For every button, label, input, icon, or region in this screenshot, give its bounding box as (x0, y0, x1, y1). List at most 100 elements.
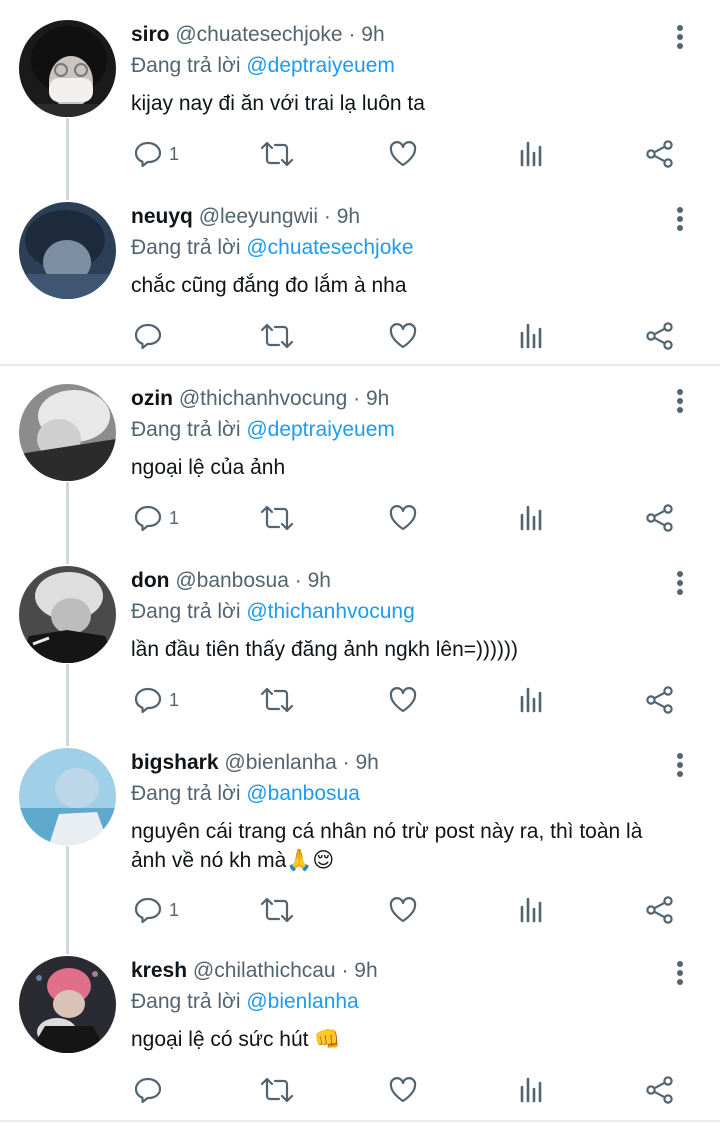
share-button[interactable] (645, 318, 675, 354)
avatar[interactable] (19, 202, 116, 299)
display-name[interactable]: kresh (131, 959, 187, 982)
avatar[interactable] (19, 566, 116, 663)
avatar[interactable] (19, 20, 116, 117)
tweet-header: neuyq @leeyungwii · 9h (131, 204, 360, 230)
timestamp[interactable]: · 9h (341, 959, 377, 982)
tweet[interactable]: siro @chuatesechjoke · 9h Đang trả lời @… (0, 0, 720, 182)
reply-mention[interactable]: @banbosua (246, 782, 360, 805)
like-icon (389, 505, 417, 531)
like-icon (389, 1077, 417, 1103)
retweet-button[interactable] (260, 892, 294, 928)
like-button[interactable] (388, 500, 418, 536)
tweet[interactable]: ozin @thichanhvocung · 9h Đang trả lời @… (0, 364, 720, 546)
display-name[interactable]: ozin (131, 387, 173, 410)
retweet-button[interactable] (260, 136, 294, 172)
tweet[interactable]: bigshark @bienlanha · 9h Đang trả lời @b… (0, 728, 720, 938)
like-button[interactable] (388, 682, 418, 718)
share-button[interactable] (645, 682, 675, 718)
tweet[interactable]: neuyq @leeyungwii · 9h Đang trả lời @chu… (0, 182, 720, 364)
tweet-actions: 1 (0, 136, 720, 172)
tweet-actions (0, 318, 720, 354)
stats-button[interactable] (517, 136, 547, 172)
display-name[interactable]: don (131, 569, 169, 592)
avatar[interactable] (19, 384, 116, 481)
reply-mention[interactable]: @bienlanha (246, 990, 358, 1013)
retweet-icon (260, 897, 294, 923)
timestamp[interactable]: · 9h (353, 387, 389, 410)
retweet-button[interactable] (260, 500, 294, 536)
reply-button[interactable] (133, 318, 169, 354)
reply-count: 1 (169, 143, 180, 164)
share-button[interactable] (645, 136, 675, 172)
tweet-text: ngoại lệ có sức hút 👊 (131, 1025, 691, 1054)
timestamp[interactable]: · 9h (343, 751, 379, 774)
more-icon[interactable] (668, 22, 692, 52)
tweet-actions: 1 (0, 500, 720, 536)
handle[interactable]: @thichanhvocung (179, 387, 347, 410)
stats-button[interactable] (517, 682, 547, 718)
handle[interactable]: @bienlanha (224, 751, 336, 774)
tweet-header: ozin @thichanhvocung · 9h (131, 386, 389, 412)
retweet-button[interactable] (260, 1072, 294, 1108)
stats-button[interactable] (517, 1072, 547, 1108)
replying-to: Đang trả lời @banbosua (131, 781, 360, 807)
like-button[interactable] (388, 1072, 418, 1108)
tweet[interactable]: don @banbosua · 9h Đang trả lời @thichan… (0, 546, 720, 728)
handle[interactable]: @chuatesechjoke (175, 23, 342, 46)
handle[interactable]: @banbosua (175, 569, 289, 592)
like-button[interactable] (388, 318, 418, 354)
tweet-text-line: kijay nay đi ăn với trai lạ luôn ta (131, 92, 425, 115)
more-icon[interactable] (668, 568, 692, 598)
reply-mention[interactable]: @deptraiyeuem (246, 54, 395, 77)
avatar-image (19, 20, 116, 117)
like-button[interactable] (388, 136, 418, 172)
tweet-actions (0, 1072, 720, 1108)
replying-to: Đang trả lời @bienlanha (131, 989, 359, 1015)
stats-button[interactable] (517, 500, 547, 536)
tweet-text: ngoại lệ của ảnh (131, 453, 691, 482)
more-icon[interactable] (668, 958, 692, 988)
reply-mention[interactable]: @thichanhvocung (246, 600, 414, 623)
display-name[interactable]: bigshark (131, 751, 219, 774)
stats-button[interactable] (517, 892, 547, 928)
display-name[interactable]: siro (131, 23, 170, 46)
reply-icon (134, 505, 162, 532)
timestamp[interactable]: · 9h (295, 569, 331, 592)
more-icon[interactable] (668, 386, 692, 416)
reply-button[interactable]: 1 (133, 682, 179, 718)
replying-prefix: Đang trả lời (131, 600, 241, 623)
handle[interactable]: @chilathichcau (193, 959, 336, 982)
tweet-text: lần đầu tiên thấy đăng ảnh ngkh lên=))))… (131, 635, 691, 664)
reply-button[interactable]: 1 (133, 892, 179, 928)
display-name[interactable]: neuyq (131, 205, 193, 228)
stats-button[interactable] (517, 318, 547, 354)
share-button[interactable] (645, 892, 675, 928)
avatar-image (19, 956, 116, 1053)
replying-prefix: Đang trả lời (131, 782, 241, 805)
like-icon (389, 687, 417, 713)
more-icon[interactable] (668, 204, 692, 234)
tweet[interactable]: kresh @chilathichcau · 9h Đang trả lời @… (0, 936, 720, 1120)
like-button[interactable] (388, 892, 418, 928)
tweet-header: kresh @chilathichcau · 9h (131, 958, 378, 984)
share-button[interactable] (645, 1072, 675, 1108)
avatar[interactable] (19, 956, 116, 1053)
retweet-button[interactable] (260, 682, 294, 718)
timestamp[interactable]: · 9h (324, 205, 360, 228)
more-icon[interactable] (668, 750, 692, 780)
reply-mention[interactable]: @deptraiyeuem (246, 418, 395, 441)
avatar[interactable] (19, 748, 116, 845)
reply-button[interactable] (133, 1072, 169, 1108)
share-button[interactable] (645, 500, 675, 536)
reply-button[interactable]: 1 (133, 136, 179, 172)
tweet-header: siro @chuatesechjoke · 9h (131, 22, 385, 48)
timestamp[interactable]: · 9h (348, 23, 384, 46)
retweet-button[interactable] (260, 318, 294, 354)
handle[interactable]: @leeyungwii (199, 205, 318, 228)
bottom-separator (0, 1120, 720, 1122)
like-icon (389, 897, 417, 923)
tweet-header: don @banbosua · 9h (131, 568, 331, 594)
replying-prefix: Đang trả lời (131, 236, 241, 259)
reply-button[interactable]: 1 (133, 500, 179, 536)
reply-mention[interactable]: @chuatesechjoke (246, 236, 413, 259)
